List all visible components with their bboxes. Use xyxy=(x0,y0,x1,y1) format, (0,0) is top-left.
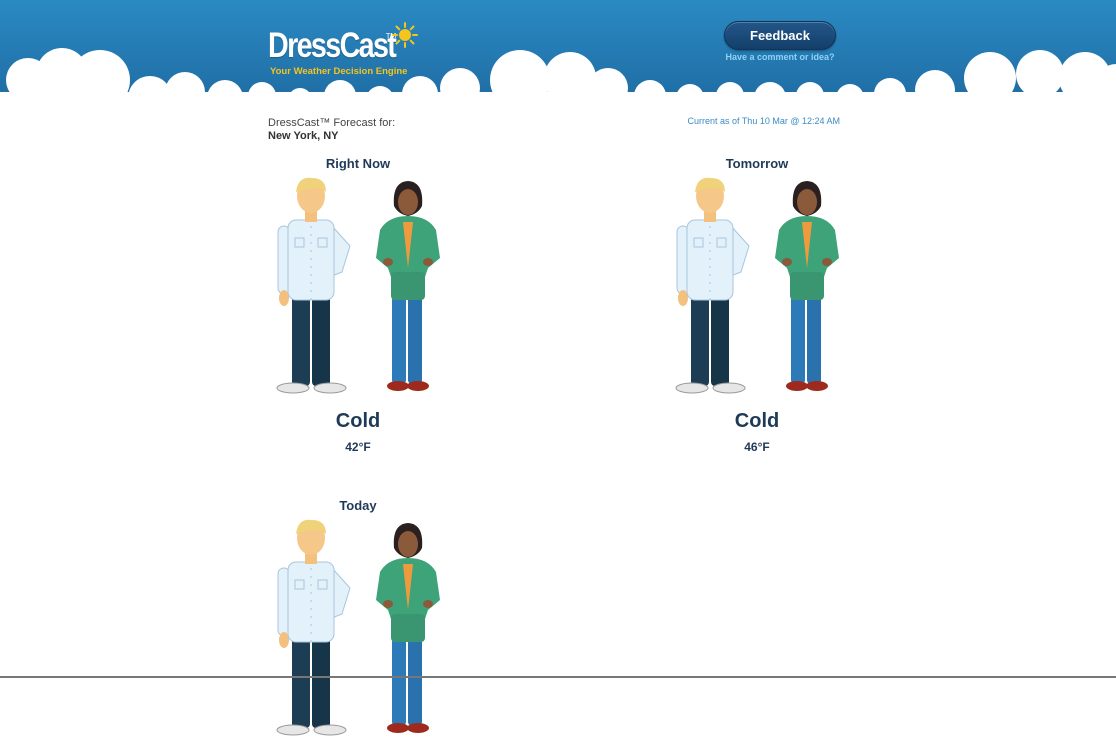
panel-tomorrow: Tomorrow Cold 46°F xyxy=(657,156,857,466)
panel-title: Right Now xyxy=(325,156,391,171)
logo[interactable]: DressCast TM Your Weather Decision Engin… xyxy=(268,22,428,82)
temperature-label: 42°F xyxy=(345,440,371,454)
condition-label: Cold xyxy=(734,410,780,432)
header-banner: DressCast TM Your Weather Decision Engin… xyxy=(0,0,1116,112)
feedback-link[interactable]: Have a comment or idea? xyxy=(700,52,860,62)
location-city: New York, NY xyxy=(268,130,339,142)
logo-text: DressCast xyxy=(268,26,397,65)
panel-title: Today xyxy=(339,498,377,513)
outfit-illustration xyxy=(276,519,440,736)
panel-today: Today xyxy=(258,498,458,736)
forecast-label: DressCast™ Forecast for: xyxy=(268,117,396,129)
updated-timestamp: Current as of Thu 10 Mar @ 12:24 AM xyxy=(687,116,840,126)
feedback-button[interactable]: Feedback xyxy=(724,21,836,50)
condition-label: Cold xyxy=(335,410,381,432)
sun-icon xyxy=(392,22,418,48)
outfit-illustration xyxy=(675,177,839,394)
panel-right-now: Right Now Cold 42°F xyxy=(258,156,458,466)
outfit-illustration xyxy=(276,177,440,394)
logo-tagline: Your Weather Decision Engine xyxy=(270,66,408,77)
temperature-label: 46°F xyxy=(744,440,770,454)
panel-title: Tomorrow xyxy=(725,156,789,171)
cloud-border xyxy=(0,48,1116,112)
